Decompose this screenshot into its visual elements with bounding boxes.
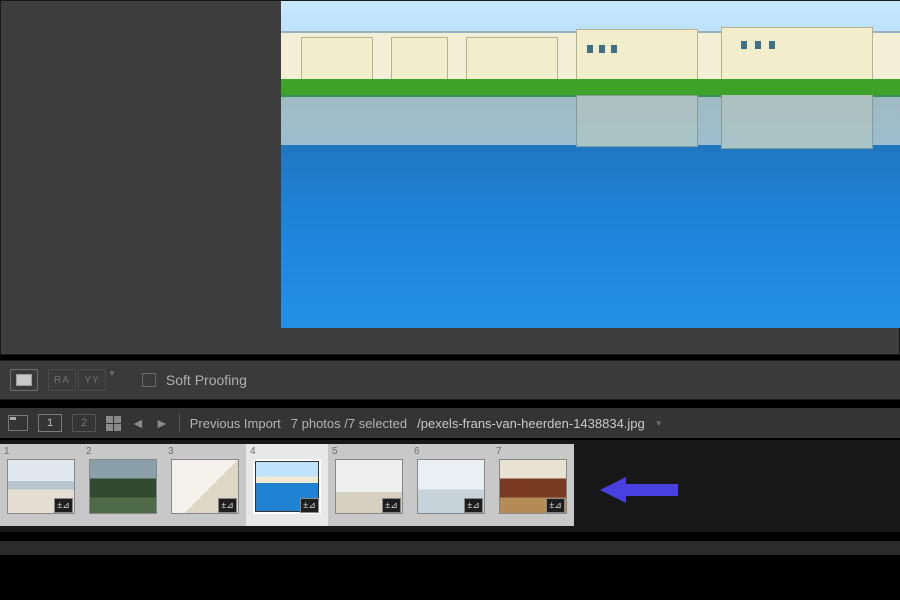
- chevron-down-icon[interactable]: ▼: [655, 419, 663, 428]
- annotation-arrow-icon: [600, 475, 678, 505]
- main-window-button[interactable]: 1: [38, 414, 62, 432]
- develop-badge-icon: ±⊿: [300, 498, 319, 513]
- filmstrip-header: 1 2 ◄ ► Previous Import 7 photos /7 sele…: [0, 408, 900, 438]
- loupe-photo: [281, 1, 900, 328]
- second-window-button[interactable]: 2: [72, 414, 96, 432]
- develop-badge-icon: ±⊿: [382, 498, 401, 513]
- develop-badge-icon: ±⊿: [54, 498, 73, 513]
- compare-before-after-yy[interactable]: YY: [78, 369, 106, 391]
- current-filename[interactable]: /pexels-frans-van-heerden-1438834.jpg: [417, 416, 645, 431]
- chevron-down-icon[interactable]: ▼: [108, 369, 116, 391]
- nav-forward-icon[interactable]: ►: [155, 415, 169, 431]
- develop-badge-icon: ±⊿: [546, 498, 565, 513]
- develop-badge-icon: ±⊿: [464, 498, 483, 513]
- second-window-icon[interactable]: [8, 415, 28, 431]
- divider: [0, 400, 900, 408]
- soft-proofing-label: Soft Proofing: [166, 372, 247, 388]
- selection-count: 7 photos /7 selected: [291, 416, 407, 431]
- source-label[interactable]: Previous Import: [190, 416, 281, 431]
- soft-proofing-checkbox[interactable]: [142, 373, 156, 387]
- loupe-canvas[interactable]: [0, 0, 900, 355]
- thumbnail[interactable]: 5±⊿: [328, 444, 410, 526]
- thumbnail-selected[interactable]: 4±⊿: [246, 444, 328, 526]
- thumbnail[interactable]: 7±⊿: [492, 444, 574, 526]
- develop-badge-icon: ±⊿: [218, 498, 237, 513]
- view-mode-single[interactable]: [10, 369, 38, 391]
- grid-view-icon[interactable]: [106, 416, 121, 431]
- bottom-bar: [0, 540, 900, 555]
- compare-before-after-ra[interactable]: RA: [48, 369, 76, 391]
- filmstrip[interactable]: 1±⊿ 2 3±⊿ 4±⊿ 5±⊿ 6±⊿ 7±⊿: [0, 440, 900, 532]
- thumbnail[interactable]: 6±⊿: [410, 444, 492, 526]
- thumbnail[interactable]: 3±⊿: [164, 444, 246, 526]
- nav-back-icon[interactable]: ◄: [131, 415, 145, 431]
- divider: [179, 414, 180, 432]
- thumbnail[interactable]: 2: [82, 444, 164, 526]
- loupe-toolbar: RA YY ▼ Soft Proofing: [0, 360, 900, 400]
- thumbnail[interactable]: 1±⊿: [0, 444, 82, 526]
